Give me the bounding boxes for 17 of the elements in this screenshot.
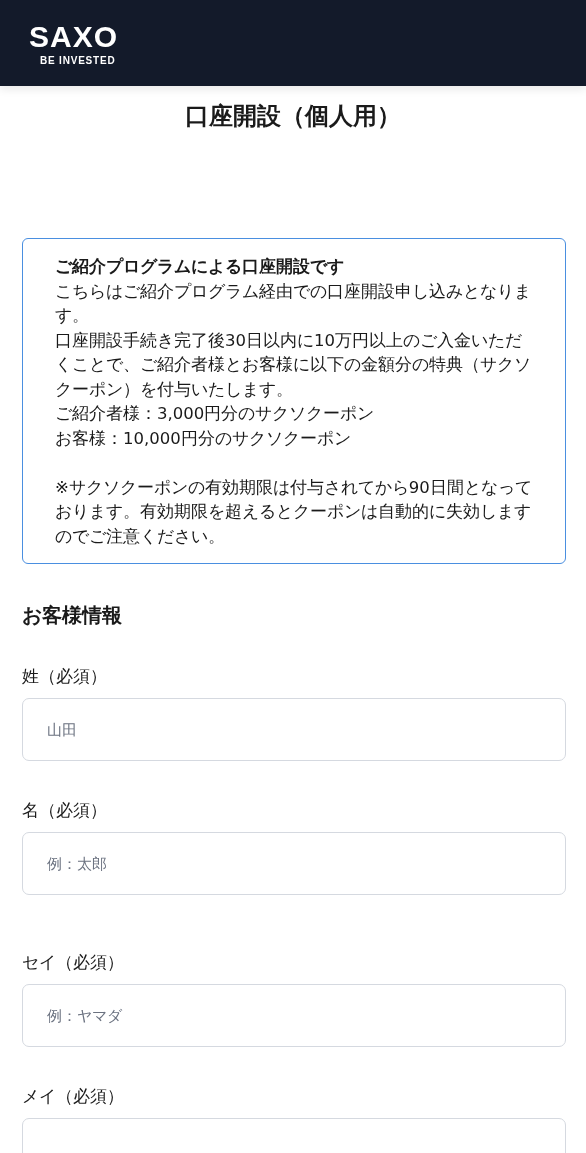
notice-note: ※サクソクーポンの有効期限は付与されてから90日間となっております。有効期限を超えるとクーポンは自動的に失効しますのでご注意ください。 — [55, 476, 533, 548]
notice-text: お客様：10,000円分のサクソクーポン — [55, 427, 352, 450]
logo[interactable]: SAXO — [29, 20, 119, 53]
field-label: セイ（必須） — [22, 951, 124, 974]
notice-heading: ご紹介プログラムによる口座開設です — [55, 256, 345, 278]
notice-text: こちらはご紹介プログラム経由での口座開設申し込みとなります。 — [55, 280, 532, 327]
field-label: 姓（必須） — [22, 665, 107, 688]
field-label: 名（必須） — [22, 799, 107, 822]
notice-text: 口座開設手続き完了後30日以内に10万円以上のご入金いただくことで、ご紹介者様とお客様に以下の金額分の特典（サクソクーポン）を付与いたします。 — [55, 329, 532, 401]
logo-tagline: BE INVESTED — [40, 54, 116, 66]
page-title: 口座開設（個人用） — [184, 101, 402, 132]
notice-text: ご紹介者様：3,000円分のサクソクーポン — [55, 403, 376, 425]
input-field[interactable]: 山田 — [22, 698, 566, 761]
field-label: メイ（必須） — [22, 1085, 124, 1108]
input-field[interactable]: 例：太郎 — [22, 832, 566, 895]
input-field[interactable]: 例：ヤマダ — [22, 984, 566, 1047]
section-title: お客様情報 — [22, 602, 123, 629]
